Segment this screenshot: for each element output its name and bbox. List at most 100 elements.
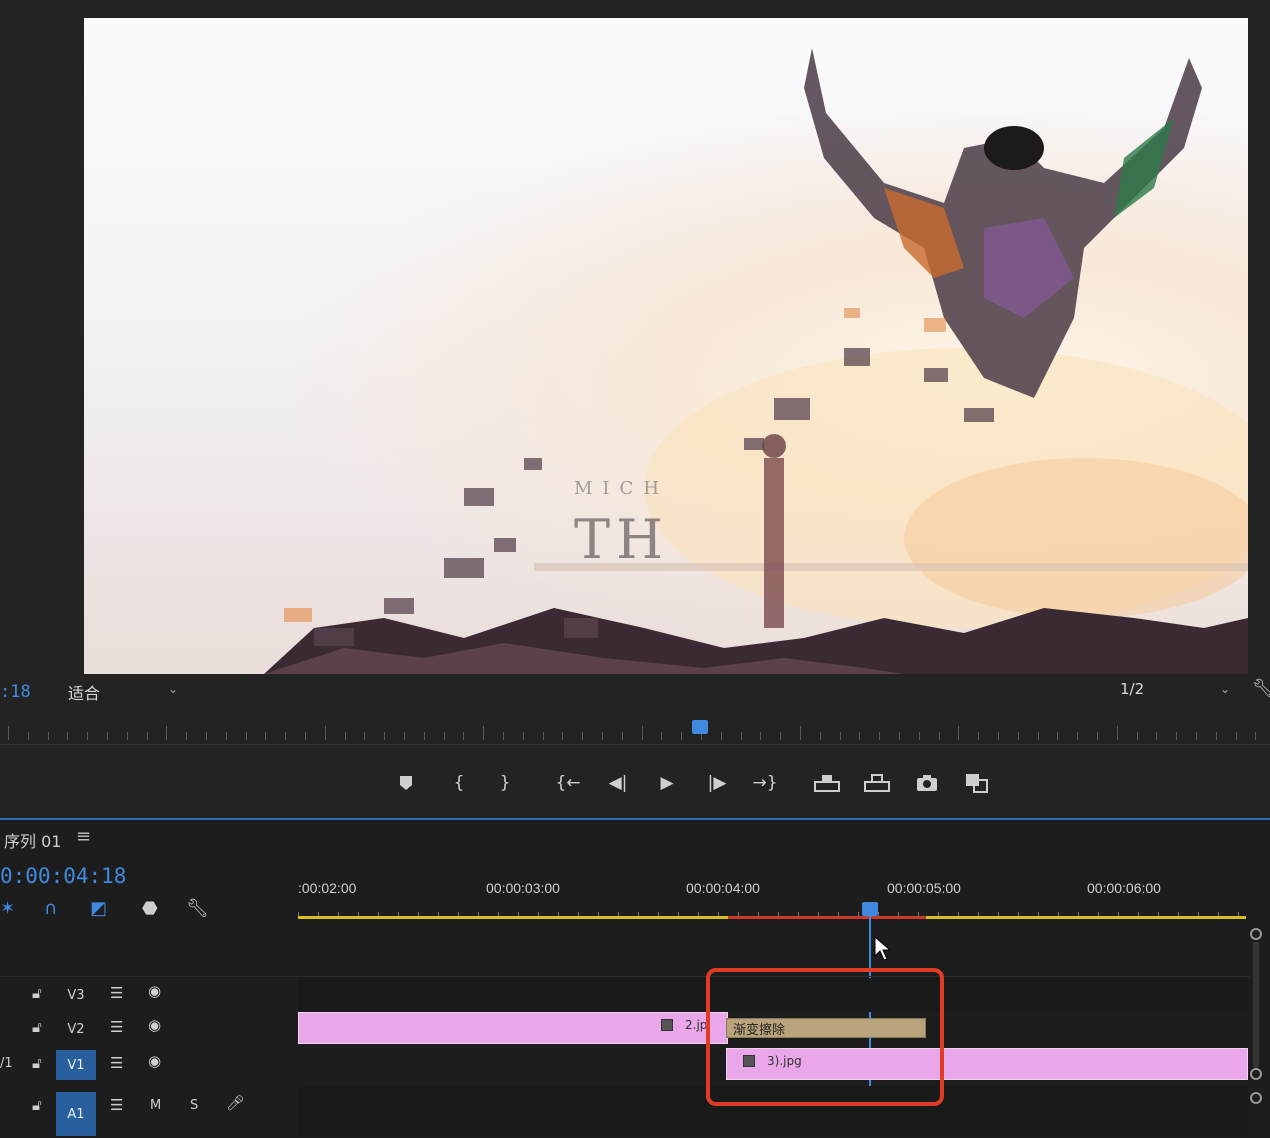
ruler-tick [641, 726, 643, 740]
export-frame-button[interactable] [912, 770, 942, 796]
track-name-a1[interactable]: A1 [56, 1092, 96, 1136]
extract-icon [864, 774, 890, 792]
ruler-tick [542, 732, 544, 740]
ruler-tick [1077, 732, 1079, 740]
render-needed-bar [728, 916, 926, 919]
video-title-text: TH [574, 508, 670, 571]
go-to-in-button[interactable]: {← [553, 770, 583, 796]
camera-icon [917, 775, 937, 791]
mark-out-button[interactable]: } [490, 770, 520, 796]
step-forward-button[interactable]: |▶ [702, 770, 732, 796]
step-back-button[interactable]: ◀| [603, 770, 633, 796]
step-back-icon: ◀| [608, 773, 628, 793]
track-name-v1[interactable]: V1 [56, 1050, 96, 1080]
vertical-scrollbar[interactable] [1253, 942, 1259, 1068]
monitor-mini-timeline[interactable] [0, 718, 1270, 745]
lock-icon[interactable]: 🔓︎ [32, 984, 42, 1002]
timeline-playhead[interactable] [862, 902, 878, 916]
ruler-label: 00:00:05:00 [887, 880, 961, 896]
track-name-v2[interactable]: V2 [56, 1014, 96, 1044]
add-marker-icon[interactable]: ⬣ [142, 898, 158, 919]
eye-icon[interactable]: ◉ [148, 1052, 161, 1070]
highlight-box [706, 968, 944, 1106]
video-preview: MICH TH [84, 18, 1248, 674]
clip-2-jpg[interactable]: 2.jp [298, 1012, 728, 1044]
ruler-tick [661, 732, 663, 740]
sync-lock-icon[interactable]: ☰ [110, 1018, 123, 1036]
monitor-playhead[interactable] [692, 720, 708, 734]
source-patch-v1[interactable]: /1 [0, 1056, 13, 1071]
ruler-tick [324, 726, 326, 740]
linked-selection-icon[interactable]: ◩ [90, 898, 107, 919]
ruler-tick [1057, 732, 1059, 740]
sequence-tab-title[interactable]: 序列 01 [4, 828, 61, 852]
hamburger-menu-icon[interactable]: ≡ [76, 826, 91, 847]
lift-icon [814, 775, 840, 792]
ruler-tick [780, 732, 782, 740]
extract-button[interactable] [862, 770, 892, 796]
snap-icon[interactable]: ∩ [44, 898, 57, 919]
ruler-tick [621, 732, 623, 740]
compare-icon [966, 774, 988, 793]
go-to-out-button[interactable]: →} [750, 770, 780, 796]
wrench-icon[interactable]: 🔧︎ [1252, 678, 1270, 699]
lock-icon[interactable]: 🔓︎ [32, 1018, 42, 1036]
ruler-label: 00:00:06:00 [1087, 880, 1161, 896]
ruler-tick [186, 732, 188, 740]
solo-button[interactable]: S [190, 1098, 198, 1113]
go-to-in-icon: {← [555, 773, 581, 793]
ruler-tick [364, 732, 366, 740]
lock-icon[interactable]: 🔓︎ [32, 1096, 42, 1114]
ruler-tick [1017, 732, 1019, 740]
ruler-label: :00:02:00 [298, 880, 357, 896]
lift-button[interactable] [812, 770, 842, 796]
audio-zoom-handle[interactable] [1250, 1092, 1262, 1104]
fit-dropdown[interactable]: 适合 ⌄ [68, 680, 182, 703]
sync-lock-icon[interactable]: ☰ [110, 1096, 123, 1114]
ruler-tick [1116, 726, 1118, 740]
monitor-timecode[interactable]: :18 [0, 682, 31, 702]
ruler-tick [918, 732, 920, 740]
chevron-down-icon: ⌄ [167, 682, 178, 696]
ruler-tick [522, 732, 524, 740]
zoom-handle-top[interactable] [1250, 928, 1262, 940]
add-marker-button[interactable] [391, 770, 421, 796]
resolution-dropdown[interactable]: 1/2 ⌄ [1120, 680, 1234, 702]
ruler-tick [1037, 732, 1039, 740]
microphone-icon[interactable]: 🎤︎ [226, 1094, 245, 1112]
mute-button[interactable]: M [150, 1098, 161, 1113]
time-ruler[interactable]: :00:02:00 00:00:03:00 00:00:04:00 00:00:… [298, 870, 1250, 920]
video-overlay-text: MICH [574, 478, 670, 499]
mark-in-button[interactable]: { [444, 770, 474, 796]
step-forward-icon: |▶ [707, 773, 727, 793]
play-icon: ▶ [660, 773, 674, 793]
sync-lock-icon[interactable]: ☰ [110, 1054, 123, 1072]
ruler-tick [1156, 732, 1158, 740]
eye-icon[interactable]: ◉ [148, 1016, 161, 1034]
ruler-tick [1255, 732, 1257, 740]
video-frame-art [84, 18, 1248, 674]
ruler-tick [1196, 732, 1197, 740]
play-button[interactable]: ▶ [652, 770, 682, 796]
ruler-tick [740, 732, 742, 740]
eye-icon[interactable]: ◉ [148, 982, 161, 1000]
ruler-tick [503, 732, 504, 740]
ruler-tick [562, 732, 564, 740]
ruler-tick [126, 732, 128, 740]
timeline-settings-wrench-icon[interactable]: 🔧︎ [186, 898, 209, 919]
program-monitor: MICH TH :18 适合 ⌄ 1/2 ⌄ 🔧︎ { } {← ◀| ▶ |▶… [0, 0, 1270, 820]
compare-button[interactable] [962, 770, 992, 796]
chevron-down-icon: ⌄ [1219, 682, 1230, 696]
mark-out-icon: } [499, 773, 511, 793]
zoom-handle-bottom[interactable] [1250, 1068, 1262, 1080]
nest-toggle-icon[interactable]: ✶ [0, 898, 15, 919]
sequence-timecode[interactable]: 0:00:04:18 [0, 864, 126, 888]
lock-icon[interactable]: 🔓︎ [32, 1054, 42, 1072]
sync-lock-icon[interactable]: ☰ [110, 984, 123, 1002]
transport-controls: { } {← ◀| ▶ |▶ →} [0, 760, 1270, 808]
ruler-tick [602, 732, 603, 740]
ruler-tick [720, 732, 722, 740]
ruler-tick [483, 726, 485, 740]
ruler-tick [1235, 732, 1237, 740]
track-name-v3[interactable]: V3 [56, 980, 96, 1010]
